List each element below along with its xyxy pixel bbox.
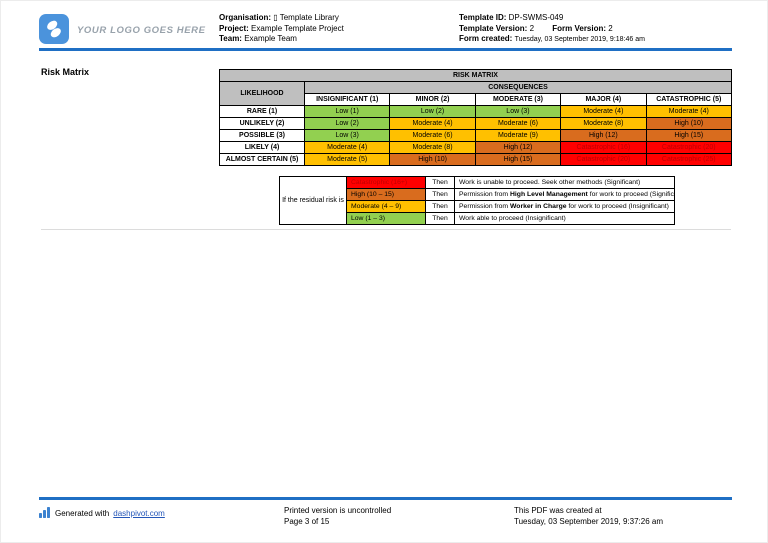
- organisation-line: Organisation: ▯ Template Library: [219, 13, 344, 24]
- team-value: Example Team: [244, 34, 297, 43]
- pdf-page: YOUR LOGO GOES HERE Organisation: ▯ Temp…: [0, 0, 768, 543]
- legend-desc-cell: Permission from High Level Management fo…: [455, 189, 675, 201]
- legend-risk-cell: Low (1 – 3): [347, 213, 426, 225]
- footer-generated: Generated with dashpivot.com: [39, 507, 165, 520]
- matrix-cell: Moderate (8): [561, 118, 646, 130]
- matrix-cell: Moderate (4): [561, 106, 646, 118]
- legend-then-cell: Then: [426, 189, 455, 201]
- legend-desc-cell: Work able to proceed (Insignificant): [455, 213, 675, 225]
- template-id-line: Template ID: DP-SWMS-049: [459, 13, 645, 24]
- matrix-cell: Moderate (4): [305, 142, 390, 154]
- consequence-column-header: INSIGNIFICANT (1): [305, 94, 390, 106]
- legend-risk-cell: High (10 – 15): [347, 189, 426, 201]
- matrix-cell: Moderate (5): [305, 154, 390, 166]
- matrix-cell: Catastrophic (16): [561, 142, 646, 154]
- printed-version-note: Printed version is uncontrolled: [284, 505, 391, 516]
- matrix-cell: Moderate (4): [390, 118, 475, 130]
- matrix-cell: High (15): [646, 130, 731, 142]
- section-divider: [41, 229, 731, 230]
- company-logo-icon: [39, 14, 69, 44]
- matrix-row: RARE (1) Low (1) Low (2) Low (3) Moderat…: [220, 106, 732, 118]
- page-number: Page 3 of 15: [284, 516, 391, 527]
- form-created-value: Tuesday, 03 September 2019, 9:18:46 am: [515, 36, 645, 43]
- template-id-value: DP-SWMS-049: [509, 13, 564, 22]
- form-created-label: Form created:: [459, 34, 512, 43]
- generated-with-text: Generated with: [55, 509, 109, 518]
- matrix-cell: Catastrophic (25): [646, 154, 731, 166]
- likelihood-header: LIKELIHOOD: [220, 82, 305, 106]
- legend-then-cell: Then: [426, 201, 455, 213]
- consequence-column-header: MINOR (2): [390, 94, 475, 106]
- matrix-cell: Moderate (6): [475, 118, 560, 130]
- legend-then-cell: Then: [426, 177, 455, 189]
- footer-rule: [39, 497, 732, 500]
- template-id-label: Template ID:: [459, 13, 506, 22]
- matrix-row: ALMOST CERTAIN (5) Moderate (5) High (10…: [220, 154, 732, 166]
- likelihood-row-label: UNLIKELY (2): [220, 118, 305, 130]
- form-created-line: Form created: Tuesday, 03 September 2019…: [459, 34, 645, 46]
- legend-intro: If the residual risk is: [280, 177, 347, 225]
- form-version-label: Form Version:: [552, 24, 606, 33]
- matrix-cell: Low (3): [305, 130, 390, 142]
- matrix-cell: High (10): [390, 154, 475, 166]
- matrix-cell: Moderate (8): [390, 142, 475, 154]
- template-info: Template ID: DP-SWMS-049 Template Versio…: [459, 13, 645, 46]
- legend-risk-cell: Moderate (4 – 9): [347, 201, 426, 213]
- matrix-cell: Moderate (4): [646, 106, 731, 118]
- template-version-value: 2: [530, 24, 534, 33]
- legend-desc-cell: Work is unable to proceed. Seek other me…: [455, 177, 675, 189]
- template-version-label: Template Version:: [459, 24, 527, 33]
- matrix-row: POSSIBLE (3) Low (3) Moderate (6) Modera…: [220, 130, 732, 142]
- team-line: Team: Example Team: [219, 34, 344, 45]
- residual-risk-legend-table: If the residual risk is Catastrophic (16…: [279, 176, 675, 225]
- project-line: Project: Example Template Project: [219, 24, 344, 35]
- legend-then-cell: Then: [426, 213, 455, 225]
- form-version-value: 2: [608, 24, 612, 33]
- likelihood-row-label: POSSIBLE (3): [220, 130, 305, 142]
- risk-matrix-table: RISK MATRIX LIKELIHOOD CONSEQUENCES INSI…: [219, 69, 732, 166]
- dashpivot-link[interactable]: dashpivot.com: [113, 509, 165, 518]
- matrix-cell: Moderate (9): [475, 130, 560, 142]
- pdf-created-label: This PDF was created at: [514, 505, 663, 516]
- project-value: Example Template Project: [251, 24, 344, 33]
- consequence-column-header: MAJOR (4): [561, 94, 646, 106]
- organisation-label: Organisation:: [219, 13, 271, 22]
- matrix-cell: High (15): [475, 154, 560, 166]
- matrix-cell: High (12): [475, 142, 560, 154]
- footer-center: Printed version is uncontrolled Page 3 o…: [284, 505, 391, 527]
- matrix-cell: Moderate (6): [390, 130, 475, 142]
- likelihood-row-label: RARE (1): [220, 106, 305, 118]
- footer-pdf-created: This PDF was created at Tuesday, 03 Sept…: [514, 505, 663, 527]
- matrix-cell: Low (2): [390, 106, 475, 118]
- matrix-row: LIKELY (4) Moderate (4) Moderate (8) Hig…: [220, 142, 732, 154]
- legend-row: If the residual risk is Catastrophic (16…: [280, 177, 675, 189]
- section-title: Risk Matrix: [41, 67, 89, 77]
- pdf-created-timestamp: Tuesday, 03 September 2019, 9:37:26 am: [514, 516, 663, 527]
- matrix-cell: High (12): [561, 130, 646, 142]
- matrix-cell: Low (1): [305, 106, 390, 118]
- organisation-info: Organisation: ▯ Template Library Project…: [219, 13, 344, 45]
- consequence-column-header: MODERATE (3): [475, 94, 560, 106]
- matrix-row: UNLIKELY (2) Low (2) Moderate (4) Modera…: [220, 118, 732, 130]
- legend-risk-cell: Catastrophic (16+): [347, 177, 426, 189]
- project-label: Project:: [219, 24, 249, 33]
- likelihood-row-label: ALMOST CERTAIN (5): [220, 154, 305, 166]
- matrix-cell: Catastrophic (20): [646, 142, 731, 154]
- likelihood-row-label: LIKELY (4): [220, 142, 305, 154]
- logo-placeholder-text: YOUR LOGO GOES HERE: [77, 25, 206, 36]
- organisation-value: ▯ Template Library: [273, 13, 339, 22]
- version-line: Template Version: 2 Form Version: 2: [459, 24, 645, 35]
- matrix-title: RISK MATRIX: [220, 70, 732, 82]
- matrix-cell: Low (2): [305, 118, 390, 130]
- team-label: Team:: [219, 34, 242, 43]
- legend-desc-cell: Permission from Worker in Charge for wor…: [455, 201, 675, 213]
- header-rule: [39, 48, 732, 51]
- matrix-cell: Catastrophic (20): [561, 154, 646, 166]
- matrix-cell: High (10): [646, 118, 731, 130]
- dashpivot-bars-icon: [39, 507, 51, 520]
- consequence-column-header: CATASTROPHIC (5): [646, 94, 731, 106]
- consequences-header: CONSEQUENCES: [305, 82, 732, 94]
- matrix-cell: Low (3): [475, 106, 560, 118]
